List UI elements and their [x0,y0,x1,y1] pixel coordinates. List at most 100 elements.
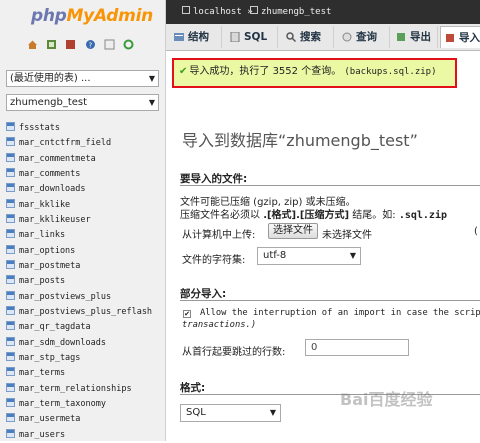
table-list-item[interactable]: mar_options [6,244,152,259]
table-name: mar_postmeta [19,260,81,271]
table-list-item[interactable]: fssstats [6,121,152,136]
table-name: mar_downloads [19,184,86,195]
database-icon [250,6,258,14]
table-list-item[interactable]: mar_postmeta [6,259,152,274]
table-name: mar_kklike [19,199,71,210]
table-list-item[interactable]: mar_comments [6,167,152,182]
database-select[interactable]: zhumengb_test ▼ [6,94,159,111]
tab-query[interactable]: 查询 [338,26,390,48]
partial-import-heading: 部分导入: [180,288,227,300]
table-icon [6,382,15,392]
table-list-item[interactable]: mar_term_relationships [6,382,152,397]
table-icon [6,167,15,177]
table-icon [6,152,15,162]
phpmyadmin-logo[interactable]: phpMyAdmin [31,6,153,26]
checkmark-icon: ✔ [179,66,188,77]
table-name: fssstats [19,123,60,133]
reload-icon[interactable] [123,39,134,50]
table-name: mar_commentmeta [19,153,96,164]
docs-icon[interactable] [65,39,76,50]
table-name: mar_terms [19,368,66,379]
table-icon [6,213,15,223]
table-icon [6,351,15,361]
table-list-item[interactable]: mar_usermeta [6,412,152,427]
dropdown-arrow-icon: ▼ [349,251,356,260]
tab-structure[interactable]: 结构 [170,26,222,48]
table-list-item[interactable]: mar_links [6,228,152,243]
divider [180,185,480,186]
table-icon [6,397,15,407]
table-name: mar_options [19,245,76,256]
nav-icon-bar: ? [27,39,139,53]
home-icon[interactable] [27,39,38,50]
skip-rows-input[interactable]: 0 [305,339,409,356]
allow-interrupt-label: Allow the interruption of an import in c… [200,308,480,318]
tab-import[interactable]: 导入 [440,26,480,48]
divider [180,394,480,395]
recent-tables-select[interactable]: (最近使用的表) ... ▼ [6,70,159,87]
table-list-item[interactable]: mar_kklike [6,198,152,213]
table-list-item[interactable]: mar_sdm_downloads [6,336,152,351]
search-icon [286,32,296,42]
settings-icon[interactable] [104,39,115,50]
table-list-item[interactable]: mar_commentmeta [6,152,152,167]
table-list-item[interactable]: mar_posts [6,274,152,289]
table-list-item[interactable]: mar_downloads [6,182,152,197]
breadcrumb-database[interactable]: zhumengb_test [250,0,331,26]
help-icon[interactable]: ? [85,39,96,50]
table-list-item[interactable]: mar_qr_tagdata [6,320,152,335]
table-icon [6,244,15,254]
sql-query-icon[interactable] [46,39,57,50]
charset-label: 文件的字符集: [182,255,246,266]
table-name: mar_links [19,230,66,241]
table-icon [6,321,15,331]
success-message: ✔ 导入成功，执行了 3552 个查询。 (backups.sql.zip) [172,58,457,88]
table-icon [6,259,15,269]
format-heading: 格式: [180,382,206,394]
tab-export[interactable]: 导出 [392,26,438,48]
table-list: fssstats mar_cntctfrm_field mar_commentmet… [6,121,152,443]
table-icon [6,198,15,208]
table-list-item[interactable]: mar_term_taxonomy [6,397,152,412]
table-name: mar_comments [19,168,81,179]
divider [180,300,480,301]
table-icon [6,275,15,285]
table-list-item[interactable]: mar_postviews_plus [6,290,152,305]
tab-sql[interactable]: SQL [226,26,278,48]
upload-label: 从计算机中上传: [182,230,256,241]
table-icon [6,183,15,193]
breadcrumb-server[interactable]: localhost » [182,0,253,26]
no-file-text: 未选择文件 [322,230,372,241]
table-name: mar_usermeta [19,414,81,425]
table-name: mar_users [19,429,66,440]
table-list-item[interactable]: mar_cntctfrm_field [6,136,152,151]
server-icon [182,6,190,14]
table-name: mar_term_relationships [19,383,132,394]
file-section-heading: 要导入的文件: [180,173,248,185]
table-name: mar_qr_tagdata [19,322,91,333]
svg-text:?: ? [88,42,92,50]
format-select[interactable]: SQL ▼ [180,404,281,422]
navigation-panel: phpMyAdmin ? (最近使用的表) ... ▼ zhumengb_test… [0,0,166,441]
table-list-item[interactable]: mar_postviews_plus_reflash [6,305,152,320]
table-list-item[interactable]: mar_terms [6,366,152,381]
tab-search[interactable]: 搜索 [282,26,334,48]
table-list-item[interactable]: mar_kklikeuser [6,213,152,228]
breadcrumb: localhost » zhumengb_test [166,0,480,24]
table-icon [6,428,15,438]
table-name: mar_stp_tags [19,352,81,363]
table-name: mar_postviews_plus [19,291,112,302]
table-icon [6,290,15,300]
table-list-item[interactable]: mar_stp_tags [6,351,152,366]
table-icon [6,336,15,346]
import-icon [446,34,454,42]
table-icon [6,122,15,131]
table-name: mar_posts [19,276,66,287]
filename-note: 压缩文件名必须以 .[格式].[压缩方式] 结尾。如: .sql.zip [180,210,447,221]
charset-select[interactable]: utf-8 ▼ [257,247,361,265]
table-icon [6,367,15,377]
table-icon [6,413,15,423]
allow-interrupt-checkbox[interactable]: ✔ [183,310,191,318]
choose-file-button[interactable]: 选择文件 [268,223,318,239]
table-icon [6,229,15,239]
